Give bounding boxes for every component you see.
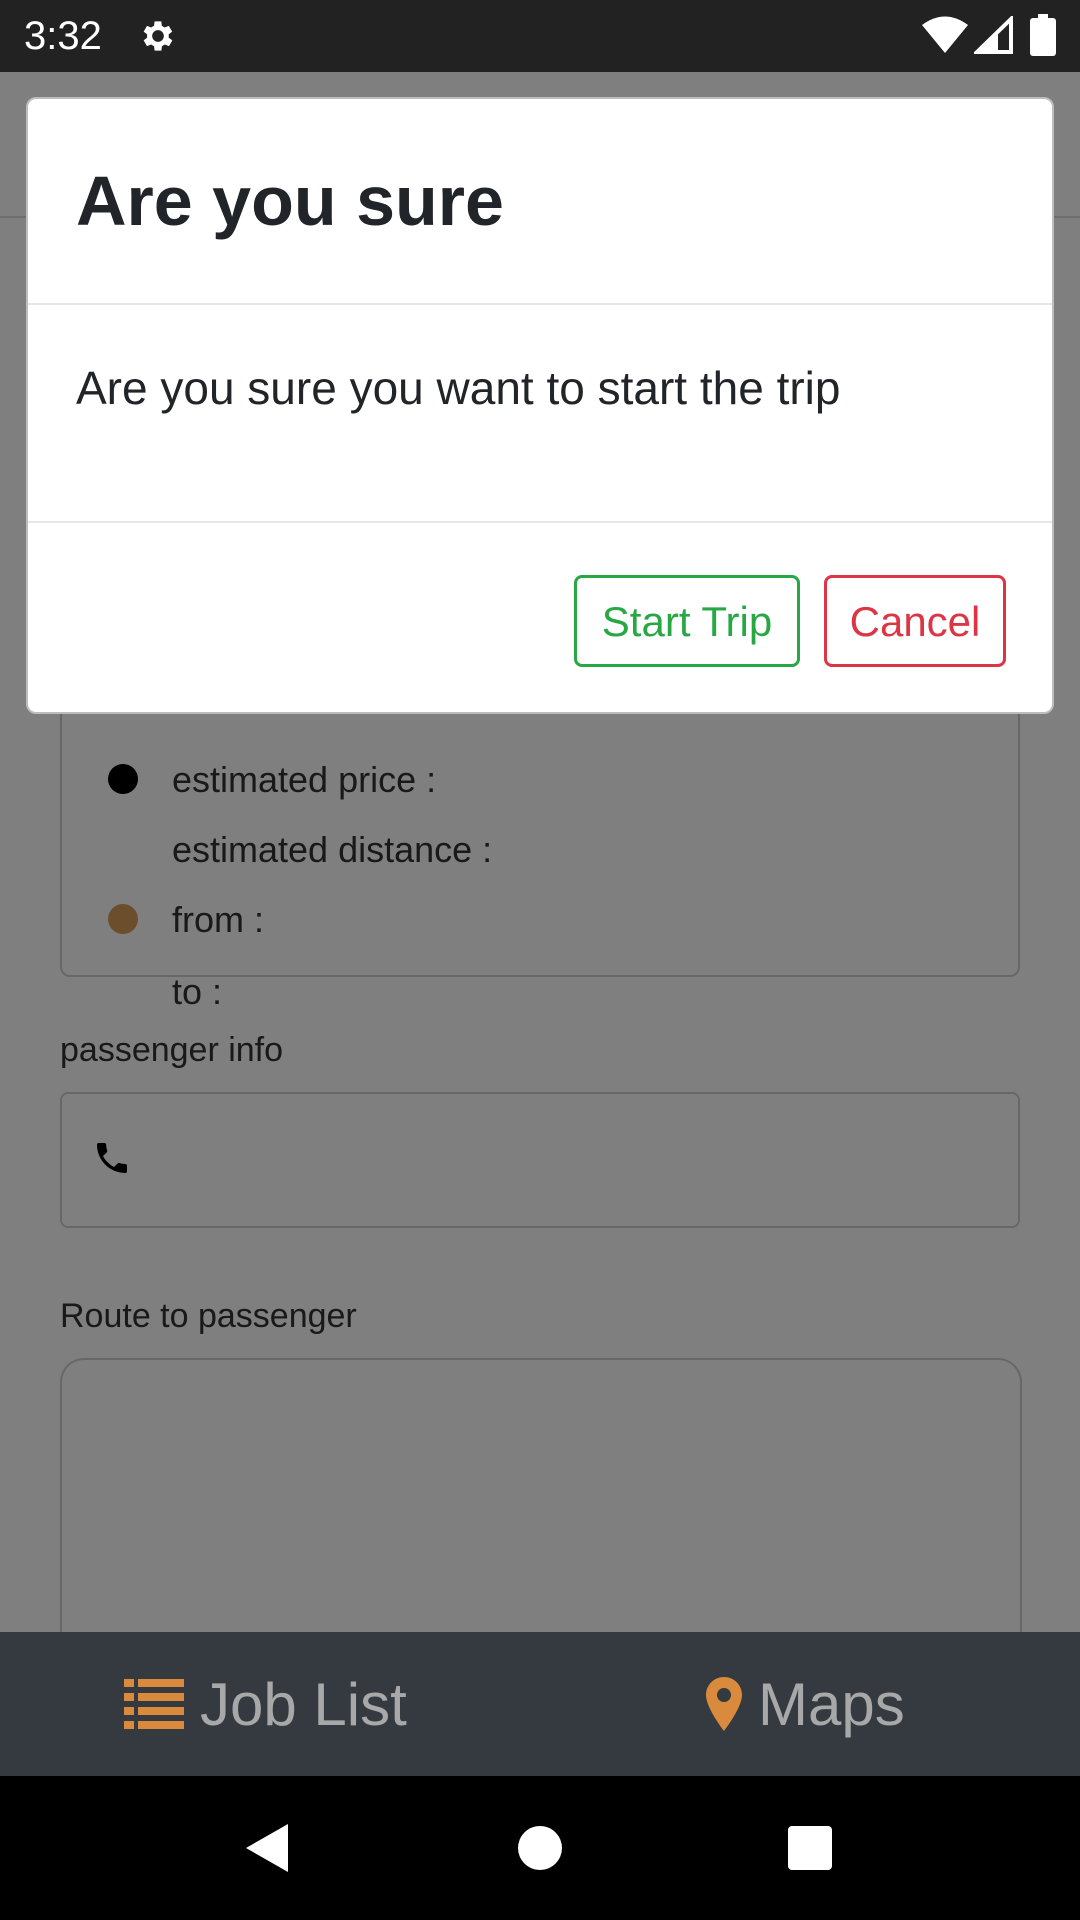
bottom-nav: Job List Maps	[0, 1632, 1080, 1776]
dialog-body: Are you sure you want to start the trip	[28, 305, 1052, 523]
dialog-title: Are you sure	[76, 162, 504, 240]
status-bar: 3:32	[0, 0, 1080, 72]
system-nav-bar	[0, 1776, 1080, 1920]
wifi-icon	[922, 16, 968, 53]
battery-icon	[1030, 14, 1056, 56]
nav-job-list-label: Job List	[200, 1670, 407, 1738]
list-icon	[124, 1679, 184, 1729]
signal-icon	[974, 16, 1013, 54]
nav-maps[interactable]: Maps	[706, 1632, 905, 1776]
dialog-message: Are you sure you want to start the trip	[76, 362, 841, 414]
cancel-button[interactable]: Cancel	[824, 575, 1006, 667]
back-icon[interactable]	[242, 1822, 294, 1874]
map-pin-icon	[706, 1677, 742, 1731]
nav-job-list[interactable]: Job List	[124, 1632, 407, 1776]
recents-icon[interactable]	[784, 1822, 836, 1874]
home-icon[interactable]	[514, 1822, 566, 1874]
status-time: 3:32	[24, 14, 102, 58]
start-trip-button[interactable]: Start Trip	[574, 575, 800, 667]
gear-icon	[143, 21, 173, 51]
nav-maps-label: Maps	[758, 1670, 905, 1738]
confirm-dialog: Are you sure Are you sure you want to st…	[26, 97, 1054, 714]
dialog-header: Are you sure	[28, 99, 1052, 305]
